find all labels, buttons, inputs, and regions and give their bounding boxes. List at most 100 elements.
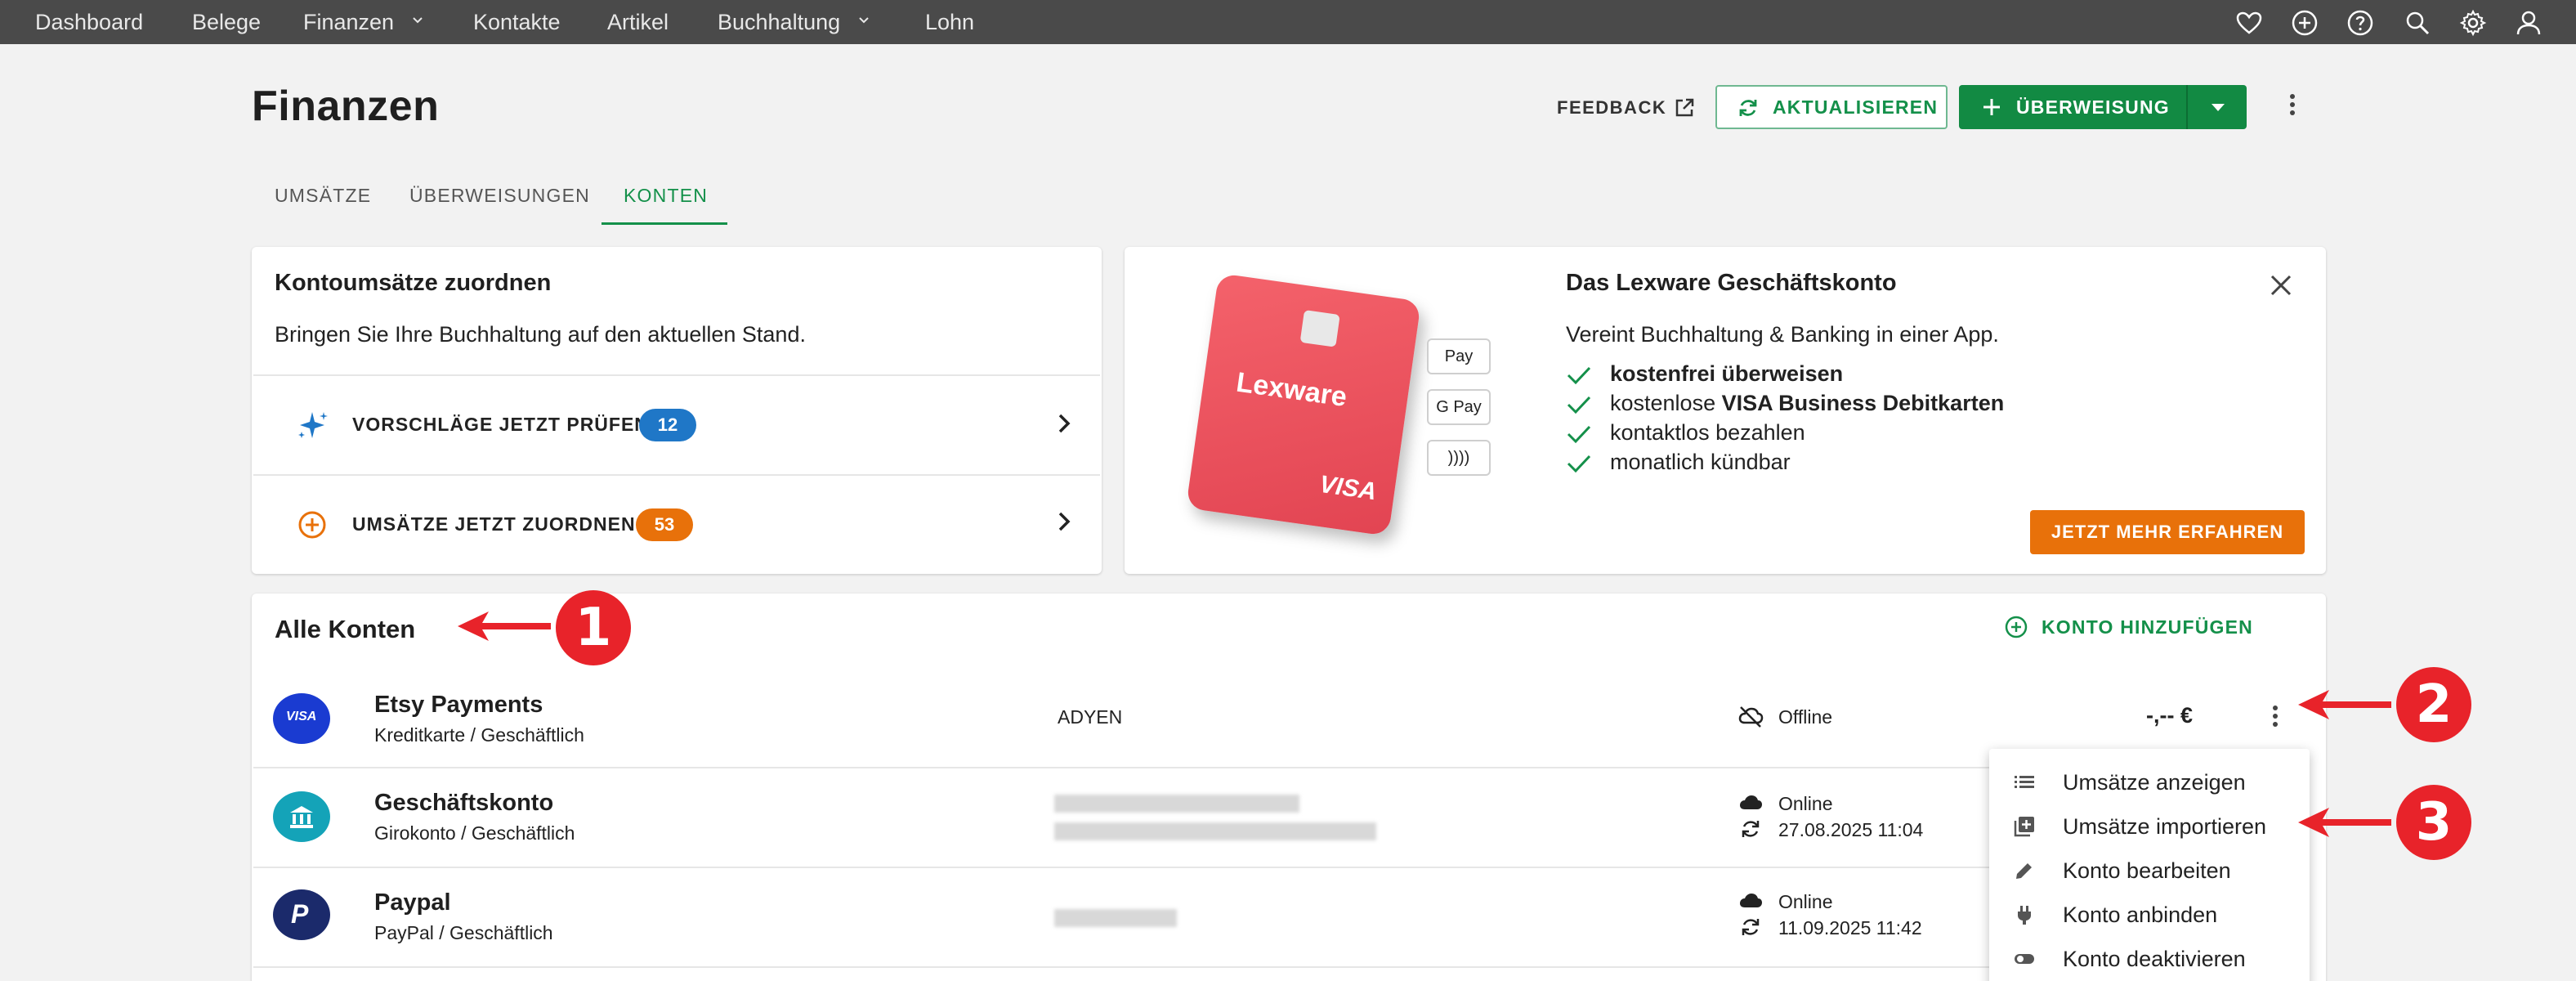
transfer-dropdown-button[interactable] — [2186, 85, 2247, 129]
paypal-logo-glyph: P — [291, 899, 309, 929]
user-icon[interactable] — [2514, 8, 2543, 38]
redacted-iban — [1054, 822, 1376, 840]
last-sync: 27.08.2025 11:04 — [1742, 819, 1924, 841]
plug-icon — [2018, 906, 2031, 925]
account-status: Offline — [1738, 706, 1832, 728]
promo-card-text: Vereint Buchhaltung & Banking in einer A… — [1566, 322, 1999, 347]
account-type: PayPal / Geschäftlich — [374, 922, 553, 943]
cloud-offline-icon — [1738, 706, 1764, 728]
add-account-label: KONTO HINZUFÜGEN — [2042, 616, 2253, 638]
help-icon[interactable] — [2346, 8, 2375, 38]
nav-item-kontakte[interactable]: Kontakte — [473, 0, 561, 44]
add-account-button[interactable]: KONTO HINZUFÜGEN — [2005, 616, 2253, 638]
bank-icon — [273, 791, 330, 842]
sparkle-icon — [298, 412, 328, 438]
feedback-label: FEEDBACK — [1557, 97, 1667, 118]
nav-item-belege[interactable]: Belege — [192, 0, 261, 44]
status-text: Online — [1778, 793, 1833, 814]
account-type: Kreditkarte / Geschäftlich — [374, 724, 584, 746]
annotation-marker-3: 3 — [2396, 785, 2471, 860]
assign-transactions-label: UMSÄTZE JETZT ZUORDNEN — [352, 513, 636, 535]
apple-pay-badge: Pay — [1427, 338, 1491, 374]
refresh-label: AKTUALISIEREN — [1773, 96, 1939, 118]
sync-date: 27.08.2025 11:04 — [1778, 819, 1924, 840]
check-icon — [1567, 366, 1591, 385]
refresh-icon — [1739, 100, 1757, 116]
cloud-online-icon — [1740, 795, 1762, 809]
menu-item-show-transactions[interactable]: Umsätze anzeigen — [1989, 760, 2310, 804]
refresh-button[interactable]: AKTUALISIEREN — [1715, 85, 1948, 129]
sync-icon — [1742, 821, 1760, 837]
top-navigation-bar: Dashboard Belege Finanzen Kontakte Artik… — [0, 0, 2576, 44]
menu-item-import-transactions[interactable]: Umsätze importieren — [1989, 804, 2310, 849]
page-more-menu-icon[interactable] — [2288, 92, 2297, 121]
annotation-marker-2: 2 — [2396, 667, 2471, 742]
nav-item-dashboard[interactable]: Dashboard — [35, 0, 143, 44]
redacted-bank-name — [1054, 795, 1299, 813]
gear-icon[interactable] — [2458, 8, 2488, 38]
nav-item-finanzen-label: Finanzen — [303, 10, 395, 34]
heart-icon[interactable] — [2234, 8, 2264, 38]
suggestions-count-badge: 12 — [639, 409, 696, 441]
menu-item-connect-account[interactable]: Konto anbinden — [1989, 893, 2310, 937]
account-name: Etsy Payments — [374, 692, 543, 718]
tab-umsaetze[interactable]: UMSÄTZE — [275, 185, 371, 207]
visa-logo: VISA — [1317, 470, 1379, 506]
divider — [253, 966, 1991, 968]
menu-item-deactivate-account[interactable]: Konto deaktivieren — [1989, 937, 2310, 981]
page-title: Finanzen — [252, 83, 440, 130]
account-type: Girokonto / Geschäftlich — [374, 822, 575, 844]
toggle-off-icon — [2015, 954, 2034, 964]
annotation-arrow-1 — [458, 611, 551, 641]
assign-card-text: Bringen Sie Ihre Buchhaltung auf den akt… — [275, 322, 806, 347]
feedback-button[interactable]: FEEDBACK — [1557, 90, 1694, 126]
menu-item-label: Konto anbinden — [2063, 903, 2218, 927]
account-name: Geschäftskonto — [374, 790, 554, 816]
pencil-icon — [2016, 863, 2032, 879]
nav-item-buchhaltung[interactable]: Buchhaltung — [718, 0, 870, 44]
tab-ueberweisungen[interactable]: ÜBERWEISUNGEN — [409, 185, 590, 207]
transfer-split-button: ÜBERWEISUNG — [1959, 85, 2247, 129]
visa-logo-text: VISA — [286, 710, 317, 723]
feature-text: monatlich kündbar — [1610, 450, 1791, 474]
check-suggestions-label: VORSCHLÄGE JETZT PRÜFEN — [352, 414, 649, 435]
chevron-down-icon — [412, 17, 423, 24]
nav-item-buchhaltung-label: Buchhaltung — [718, 10, 841, 34]
promo-card-title: Das Lexware Geschäftskonto — [1566, 270, 1897, 296]
nav-item-lohn[interactable]: Lohn — [925, 0, 974, 44]
menu-item-label: Umsätze anzeigen — [2063, 770, 2246, 795]
account-row[interactable] — [253, 768, 1989, 867]
sync-icon — [1742, 919, 1760, 935]
account-more-menu-icon[interactable] — [2270, 703, 2280, 732]
caret-down-icon — [2212, 104, 2225, 111]
learn-more-button[interactable]: JETZT MEHR ERFAHREN — [2030, 510, 2305, 554]
sync-date: 11.09.2025 11:42 — [1778, 917, 1922, 938]
check-icon — [1567, 455, 1591, 473]
account-context-menu: Umsätze anzeigen Umsätze importieren Kon… — [1989, 749, 2310, 981]
tab-konten[interactable]: KONTEN — [624, 185, 708, 207]
plus-icon — [1983, 99, 2000, 115]
menu-item-label: Konto deaktivieren — [2063, 947, 2246, 971]
account-status: Online — [1740, 891, 1832, 913]
chevron-right-icon — [1058, 512, 1071, 531]
add-circle-icon[interactable] — [2290, 8, 2319, 38]
paypal-icon: P — [273, 889, 330, 940]
accounts-title: Alle Konten — [275, 615, 416, 643]
new-transfer-button[interactable]: ÜBERWEISUNG — [1959, 85, 2186, 129]
close-icon[interactable] — [2269, 273, 2293, 298]
feature-text: kostenlose — [1610, 391, 1722, 415]
add-circle-icon — [298, 511, 326, 539]
card-brand-logo: Lexware — [1234, 366, 1349, 414]
feature-bold: VISA Business Debitkarten — [1721, 391, 2005, 415]
account-status: Online — [1740, 793, 1833, 815]
contactless-badge: )))) — [1427, 440, 1491, 476]
nav-item-artikel[interactable]: Artikel — [607, 0, 669, 44]
check-icon — [1567, 425, 1591, 444]
menu-item-edit-account[interactable]: Konto bearbeiten — [1989, 849, 2310, 893]
assign-card-title: Kontoumsätze zuordnen — [275, 270, 552, 296]
add-circle-icon — [2005, 616, 2028, 638]
feature-bold: kostenfrei überweisen — [1610, 361, 1844, 386]
nav-item-finanzen[interactable]: Finanzen — [303, 0, 423, 44]
feature-text: kontaktlos bezahlen — [1610, 420, 1805, 445]
search-icon[interactable] — [2403, 8, 2432, 38]
